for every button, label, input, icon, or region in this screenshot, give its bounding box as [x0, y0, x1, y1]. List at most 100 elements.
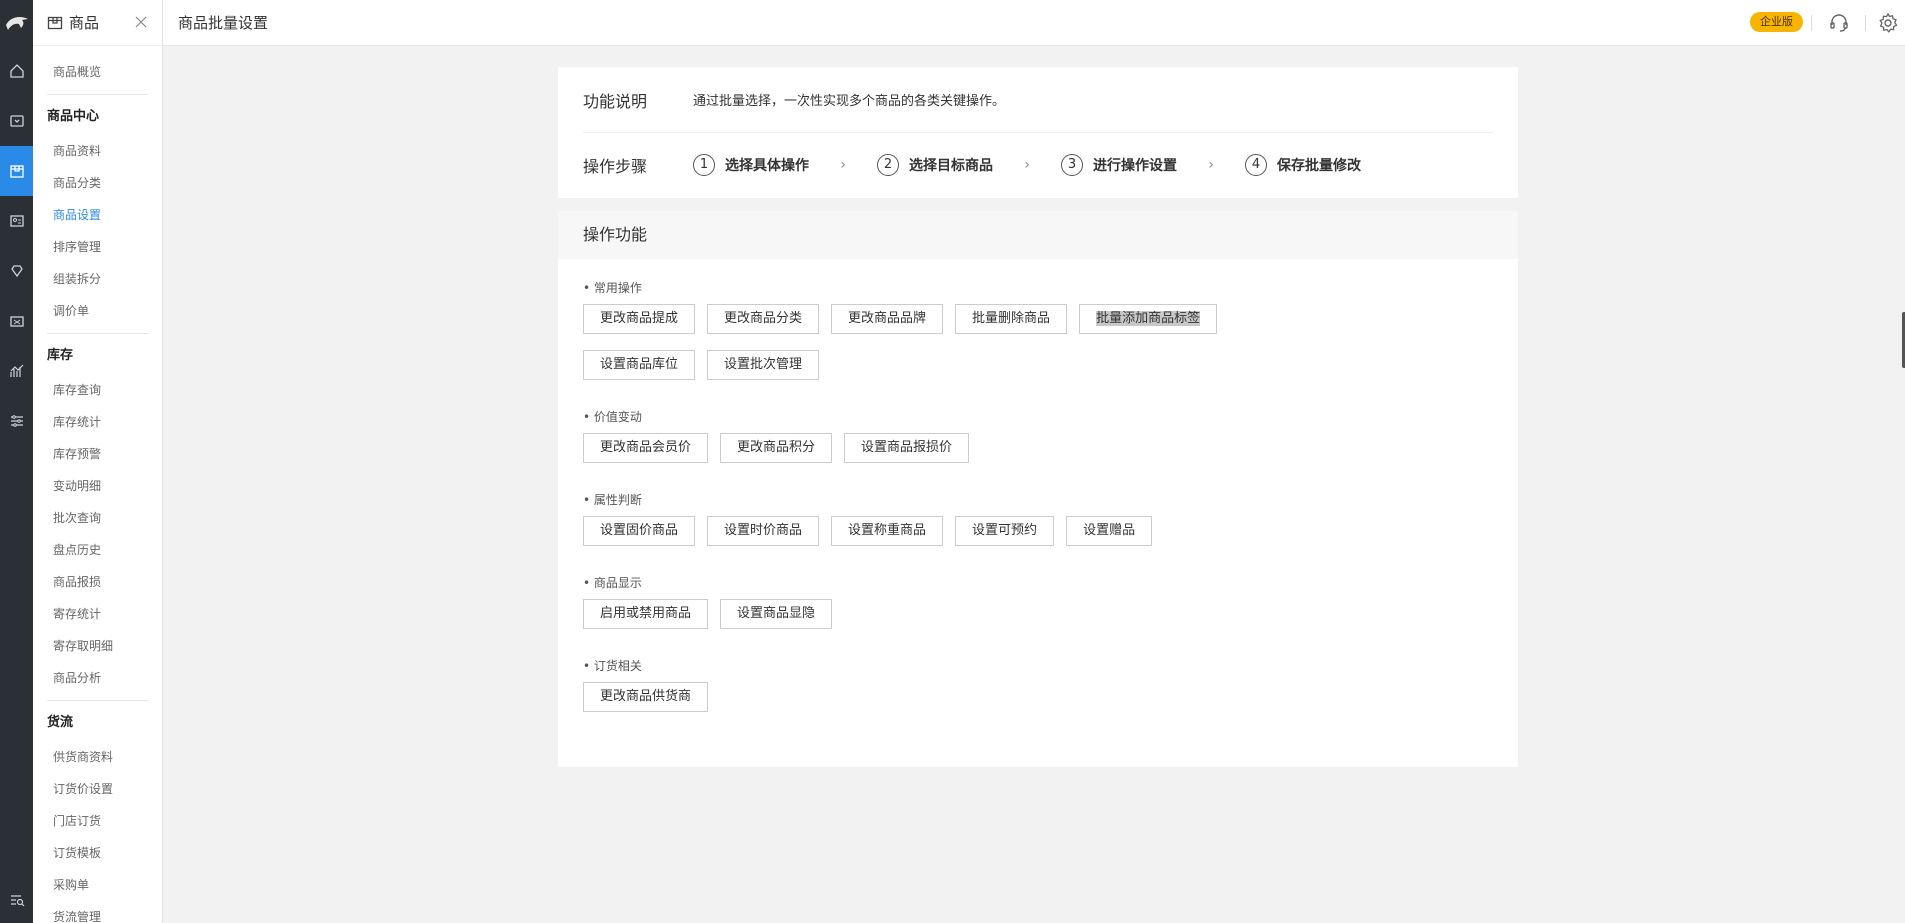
step-label: 选择具体操作	[725, 158, 809, 174]
sidebar-item-change-detail[interactable]: 变动明细	[33, 470, 162, 502]
sidebar-item-deposit-detail[interactable]: 寄存取明细	[33, 630, 162, 662]
batch-add-tag-button[interactable]: 批量添加商品标签	[1079, 304, 1218, 334]
button-group: 启用或禁用商品 设置商品显隐	[583, 599, 1518, 645]
chevron-right-icon: ›	[1208, 157, 1214, 173]
intro-label: 功能说明	[583, 91, 648, 111]
sidebar-item-goods-category[interactable]: 商品分类	[33, 167, 162, 199]
set-batch-management-button[interactable]: 设置批次管理	[707, 350, 820, 380]
set-market-price-button[interactable]: 设置时价商品	[707, 516, 820, 546]
sidebar-divider	[47, 94, 148, 95]
step-number: 3	[1061, 154, 1083, 176]
sidebar-title: 商品	[69, 14, 100, 32]
button-group: 更改商品会员价 更改商品积分 设置商品报损价	[583, 433, 1518, 479]
edition-badge[interactable]: 企业版	[1750, 12, 1803, 32]
rail-home-icon[interactable]	[0, 46, 33, 96]
step-3: 3 进行操作设置	[1061, 154, 1177, 176]
sidebar: 商品 商品概览 商品中心 商品资料 商品分类 商品设置 排序管理 组装拆分 调价…	[33, 0, 163, 923]
rail-store-icon[interactable]	[0, 96, 33, 146]
change-brand-button[interactable]: 更改商品品牌	[831, 304, 944, 334]
sidebar-item-inventory-alert[interactable]: 库存预警	[33, 438, 162, 470]
rail-settings-sliders-icon[interactable]	[0, 396, 33, 446]
sidebar-item-batch-query[interactable]: 批次查询	[33, 502, 162, 534]
close-icon[interactable]	[134, 15, 148, 29]
sidebar-header: 商品	[33, 0, 162, 46]
enable-disable-button[interactable]: 启用或禁用商品	[583, 599, 709, 629]
section-value-change: • 价值变动 更改商品会员价 更改商品积分 设置商品报损价	[558, 407, 1518, 479]
change-points-button[interactable]: 更改商品积分	[720, 433, 833, 463]
set-loss-price-button[interactable]: 设置商品报损价	[844, 433, 970, 463]
step-number: 1	[693, 154, 715, 176]
sidebar-item-inventory-query[interactable]: 库存查询	[33, 374, 162, 406]
topbar-divider	[1865, 15, 1866, 31]
step-label: 选择目标商品	[909, 158, 993, 174]
step-2: 2 选择目标商品	[877, 154, 993, 176]
functions-card: 操作功能 • 常用操作 更改商品提成 更改商品分类 更改商品品牌 批量删除商品 …	[558, 211, 1518, 767]
set-visibility-button[interactable]: 设置商品显隐	[720, 599, 833, 629]
batch-delete-button[interactable]: 批量删除商品	[955, 304, 1068, 334]
step-1: 1 选择具体操作	[693, 154, 809, 176]
rail-ticket-icon[interactable]	[0, 296, 33, 346]
intro-card: 功能说明 通过批量选择，一次性实现多个商品的各类关键操作。 操作步骤 1 选择具…	[558, 67, 1518, 198]
sidebar-item-price-adjust[interactable]: 调价单	[33, 295, 162, 327]
section-title: • 属性判断	[583, 493, 642, 507]
sidebar-divider	[47, 700, 148, 701]
intro-row: 功能说明 通过批量选择，一次性实现多个商品的各类关键操作。	[583, 67, 1493, 133]
page-title: 商品批量设置	[178, 14, 269, 32]
sidebar-item-logistics-management[interactable]: 货流管理	[33, 901, 162, 923]
sidebar-item-purchase-order[interactable]: 采购单	[33, 869, 162, 901]
sidebar-item-stocktake-history[interactable]: 盘点历史	[33, 534, 162, 566]
gear-icon[interactable]	[1876, 11, 1900, 35]
goods-icon	[47, 16, 63, 29]
section-title: • 价值变动	[583, 410, 642, 424]
sidebar-item-goods-settings[interactable]: 商品设置	[33, 199, 162, 231]
section-title: • 常用操作	[583, 281, 642, 295]
set-weighed-goods-button[interactable]: 设置称重商品	[831, 516, 944, 546]
change-category-button[interactable]: 更改商品分类	[707, 304, 820, 334]
logo-icon[interactable]	[0, 0, 33, 46]
set-fixed-price-button[interactable]: 设置固价商品	[583, 516, 696, 546]
rail-goods-icon[interactable]	[0, 146, 33, 196]
steps-row: 操作步骤 1 选择具体操作 › 2 选择目标商品 › 3 进行操作设置 › 4 …	[583, 133, 1493, 197]
button-label: 批量添加商品标签	[1096, 311, 1201, 326]
sidebar-item-sort-management[interactable]: 排序管理	[33, 231, 162, 263]
change-member-price-button[interactable]: 更改商品会员价	[583, 433, 709, 463]
sidebar-item-goods-loss[interactable]: 商品报损	[33, 566, 162, 598]
sidebar-item-overview[interactable]: 商品概览	[33, 56, 162, 88]
sidebar-group-goods-center: 商品中心	[47, 109, 100, 124]
sidebar-item-supplier-info[interactable]: 供货商资料	[33, 741, 162, 773]
set-gift-button[interactable]: 设置赠品	[1066, 516, 1153, 546]
step-number: 4	[1245, 154, 1267, 176]
sidebar-item-order-template[interactable]: 订货模板	[33, 837, 162, 869]
step-number: 2	[877, 154, 899, 176]
step-label: 保存批量修改	[1277, 158, 1361, 174]
steps-label: 操作步骤	[583, 157, 648, 176]
set-location-button[interactable]: 设置商品库位	[583, 350, 696, 380]
icon-rail	[0, 0, 33, 923]
sidebar-item-inventory-stats[interactable]: 库存统计	[33, 406, 162, 438]
button-group: 更改商品提成 更改商品分类 更改商品品牌 批量删除商品 批量添加商品标签 设置商…	[583, 304, 1518, 396]
section-display: • 商品显示 启用或禁用商品 设置商品显隐	[558, 573, 1518, 645]
headset-support-icon[interactable]	[1827, 11, 1851, 35]
sidebar-group-inventory: 库存	[47, 348, 74, 363]
sidebar-item-store-order[interactable]: 门店订货	[33, 805, 162, 837]
chevron-right-icon: ›	[840, 157, 846, 173]
button-group: 更改商品供货商	[583, 682, 1518, 728]
rail-search-menu-icon[interactable]	[0, 877, 33, 923]
top-bar: 商品批量设置 企业版	[163, 0, 1905, 46]
sidebar-group-logistics: 货流	[47, 715, 74, 730]
sidebar-item-deposit-stats[interactable]: 寄存统计	[33, 598, 162, 630]
set-reservable-button[interactable]: 设置可预约	[955, 516, 1055, 546]
sidebar-item-goods-info[interactable]: 商品资料	[33, 135, 162, 167]
sidebar-item-goods-analysis[interactable]: 商品分析	[33, 662, 162, 694]
sidebar-item-assembly-split[interactable]: 组装拆分	[33, 263, 162, 295]
rail-chart-icon[interactable]	[0, 346, 33, 396]
change-supplier-button[interactable]: 更改商品供货商	[583, 682, 709, 712]
section-title: • 订货相关	[583, 659, 642, 673]
topbar-divider	[1811, 15, 1812, 31]
sidebar-item-order-price[interactable]: 订货价设置	[33, 773, 162, 805]
chevron-right-icon: ›	[1024, 157, 1030, 173]
rail-member-icon[interactable]	[0, 196, 33, 246]
change-commission-button[interactable]: 更改商品提成	[583, 304, 696, 334]
rail-diamond-icon[interactable]	[0, 246, 33, 296]
sidebar-divider	[47, 333, 148, 334]
